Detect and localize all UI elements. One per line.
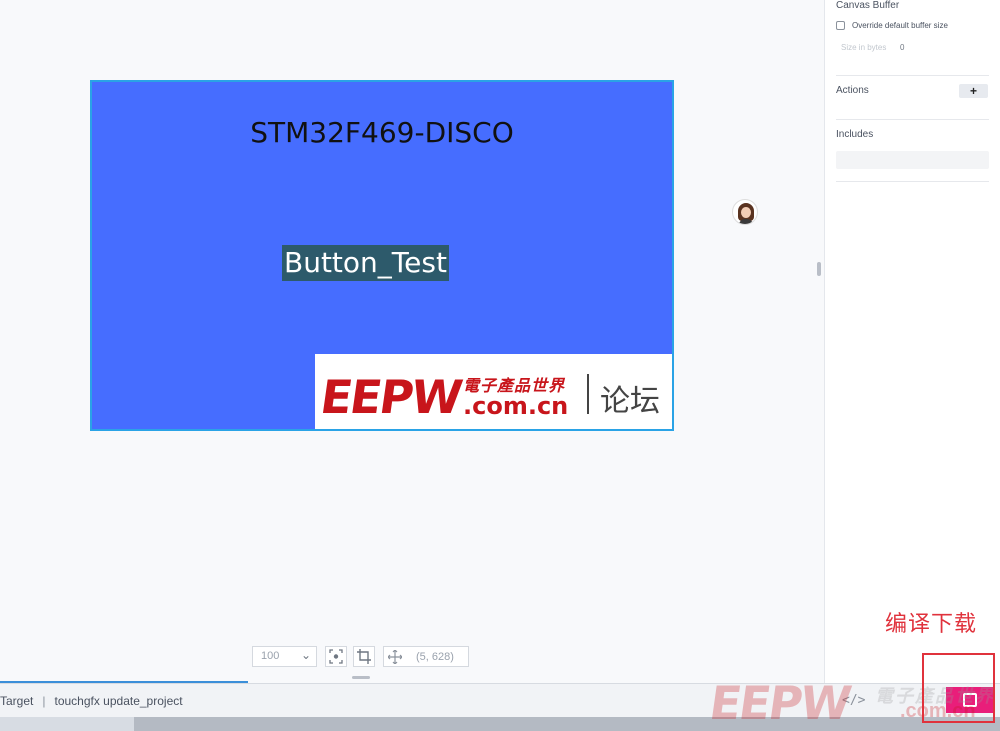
status-bar: Target | touchgfx update_project </> [0, 683, 1000, 717]
zoom-select[interactable]: 100 ⌄ [252, 646, 317, 667]
divider [836, 75, 989, 76]
logo-letters: EEPW [317, 370, 465, 424]
button-test-widget[interactable]: Button_Test [282, 245, 449, 281]
zoom-value: 100 [261, 650, 280, 662]
status-command: touchgfx update_project [54, 694, 183, 708]
divider [836, 181, 989, 182]
divider [836, 119, 989, 120]
coordinates-text: (5, 628) [416, 651, 454, 663]
avatar-icon[interactable] [732, 199, 758, 225]
size-in-bytes-label: Size in bytes [841, 43, 887, 52]
annotation-highlight-box [922, 653, 995, 723]
panel-resize-handle[interactable] [817, 262, 821, 276]
chevron-down-icon: ⌄ [300, 648, 311, 662]
eepw-logo-image[interactable]: EEPW 電子產品世界 .com.cn 论坛 [315, 354, 672, 429]
screen-preview[interactable]: STM32F469-DISCO Button_Test EEPW 電子產品世界 … [90, 80, 674, 431]
includes-input[interactable] [836, 151, 989, 169]
taskbar-strip [0, 717, 1000, 731]
size-in-bytes-value: 0 [900, 43, 905, 52]
crop-button[interactable] [353, 646, 375, 667]
fit-screen-icon [329, 649, 343, 664]
add-action-button[interactable]: + [959, 84, 988, 98]
status-target: Target [0, 694, 34, 708]
logo-separator [587, 374, 589, 414]
code-icon[interactable]: </> [842, 693, 865, 708]
override-buffer-label[interactable]: Override default buffer size [852, 21, 948, 30]
crop-icon [357, 649, 371, 664]
annotation-label: 编译下载 [885, 612, 978, 637]
canvas-area: STM32F469-DISCO Button_Test EEPW 電子產品世界 … [0, 0, 824, 683]
logo-forum-text: 论坛 [600, 384, 660, 419]
status-separator: | [42, 694, 46, 708]
bottom-panel-drag-handle[interactable] [352, 676, 370, 679]
fit-screen-button[interactable] [325, 646, 347, 667]
screen-title-text[interactable]: STM32F469-DISCO [92, 116, 672, 149]
coordinates-readout: (5, 628) [383, 646, 469, 667]
includes-heading: Includes [836, 129, 874, 140]
override-buffer-checkbox[interactable] [836, 21, 845, 30]
properties-panel: Canvas Buffer Override default buffer si… [824, 0, 1000, 683]
logo-domain-text: .com.cn [463, 392, 569, 420]
move-icon [388, 650, 402, 664]
actions-heading: Actions [836, 85, 869, 96]
status-text: Target | touchgfx update_project [0, 694, 183, 708]
canvas-buffer-heading: Canvas Buffer [836, 0, 900, 11]
